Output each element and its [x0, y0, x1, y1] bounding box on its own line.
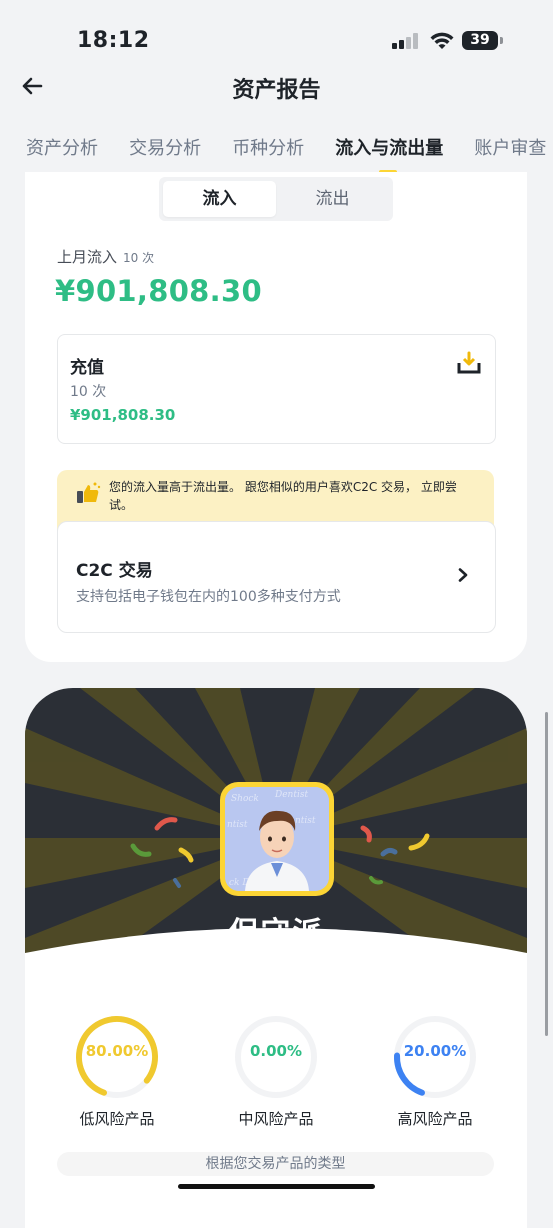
tab-account-review[interactable]: 账户审查 [474, 134, 546, 160]
battery-icon: 39 [462, 31, 498, 50]
investor-profile-card [25, 688, 527, 1228]
deposit-title: 充值 [70, 358, 104, 378]
home-indicator[interactable] [178, 1184, 375, 1189]
low-risk-label: 低风险产品 [79, 1110, 155, 1128]
deposit-count: 10 次 [70, 384, 107, 400]
summary-label: 上月流入 [57, 248, 118, 266]
thumbs-up-icon [77, 482, 101, 503]
chevron-right-icon [458, 568, 468, 582]
inflow-outflow-toggle: 流入 流出 [159, 177, 393, 221]
tab-asset-analysis[interactable]: 资产分析 [26, 134, 98, 160]
tab-inflow-outflow[interactable]: 流入与流出量 [335, 134, 444, 174]
cellular-signal-icon [392, 33, 420, 49]
svg-text:ntist: ntist [227, 820, 248, 830]
report-tabs: 资产分析 交易分析 币种分析 流入与流出量 账户审查 [26, 134, 553, 174]
persona-avatar: ShockDentist ntistntist ck Dentist [220, 782, 334, 896]
low-risk-value: 80.00% [85, 1042, 149, 1060]
segment-inflow[interactable]: 流入 [163, 181, 276, 217]
c2c-trade-card[interactable]: C2C 交易 支持包括电子钱包在内的100多种支付方式 [57, 521, 496, 633]
tab-inflow-outflow-label: 流入与流出量 [335, 138, 444, 159]
high-risk-gauge: 20.00% [390, 1012, 480, 1102]
last-month-inflow-label: 上月流入 10 次 [57, 246, 154, 267]
c2c-description: 支持包括电子钱包在内的100多种支付方式 [76, 589, 341, 605]
battery-tip [500, 37, 503, 44]
tab-trade-analysis[interactable]: 交易分析 [129, 134, 201, 160]
persona-name: 保守派 [228, 916, 325, 951]
download-tray-icon [457, 351, 481, 374]
wifi-icon [430, 32, 454, 49]
medium-risk-label: 中风险产品 [238, 1110, 314, 1128]
doctor-cartoon-icon: ShockDentist ntistntist ck Dentist [225, 787, 329, 891]
scrollbar[interactable] [545, 712, 548, 1036]
high-risk-label: 高风险产品 [397, 1110, 473, 1128]
segment-outflow[interactable]: 流出 [276, 181, 389, 217]
deposit-card[interactable]: 充值 10 次 ¥901,808.30 [57, 334, 496, 444]
medium-risk-gauge: 0.00% [231, 1012, 321, 1102]
svg-text:Dentist: Dentist [274, 790, 308, 800]
total-inflow-amount: ¥901,808.30 [55, 274, 262, 308]
high-risk-value: 20.00% [403, 1042, 467, 1060]
status-time: 18:12 [77, 28, 150, 53]
deposit-amount: ¥901,808.30 [70, 406, 176, 424]
medium-risk-value: 0.00% [249, 1042, 303, 1060]
status-bar: 18:12 39 [0, 0, 553, 60]
summary-count: 10 次 [123, 251, 155, 265]
tab-coin-analysis[interactable]: 币种分析 [232, 134, 304, 160]
risk-footnote: 根据您交易产品的类型 [57, 1152, 494, 1176]
tip-text: 您的流入量高于流出量。 跟您相似的用户喜欢C2C 交易， 立即尝试。 [109, 480, 457, 512]
low-risk-gauge: 80.00% [72, 1012, 162, 1102]
avatar-image: ShockDentist ntistntist ck Dentist [225, 787, 329, 891]
svg-text:ntist: ntist [295, 816, 316, 826]
svg-text:Shock: Shock [231, 794, 259, 804]
page-title: 资产报告 [232, 78, 321, 103]
c2c-title: C2C 交易 [76, 561, 153, 581]
